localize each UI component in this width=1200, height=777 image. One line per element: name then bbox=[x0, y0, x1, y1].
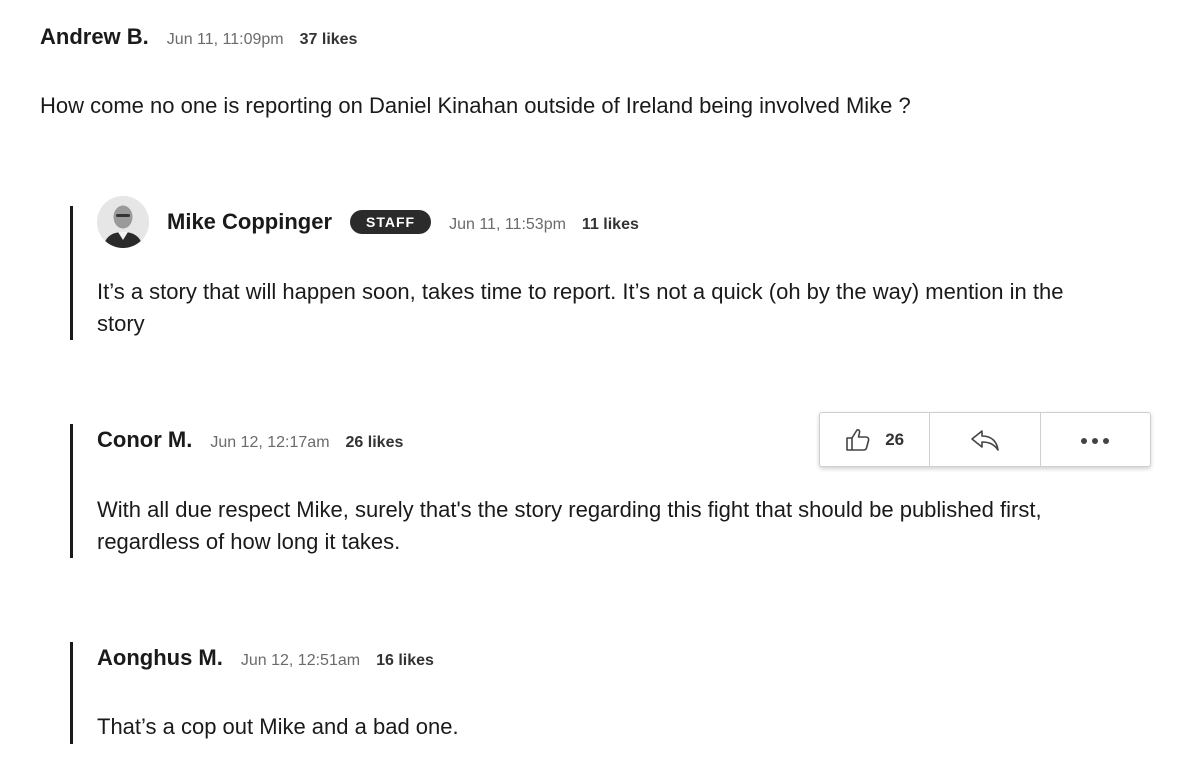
thumbs-up-icon bbox=[846, 428, 870, 451]
reply-thread-line bbox=[70, 424, 73, 558]
comment-body: That’s a cop out Mike and a bad one. bbox=[97, 714, 459, 739]
comment-author[interactable]: Mike Coppinger bbox=[167, 209, 332, 235]
staff-badge: STAFF bbox=[350, 210, 432, 234]
comment-body: With all due respect Mike, surely that's… bbox=[97, 497, 1042, 554]
comment-likes: 16 likes bbox=[376, 652, 434, 669]
more-icon bbox=[1079, 431, 1112, 449]
comment-timestamp: Jun 11, 11:09pm bbox=[166, 31, 284, 48]
comment-timestamp: Jun 12, 12:17am bbox=[210, 434, 330, 451]
comment-timestamp: Jun 12, 12:51am bbox=[240, 652, 361, 669]
comment-header: Andrew B. Jun 11, 11:09pm 37 likes bbox=[40, 24, 357, 50]
comment-likes: 37 likes bbox=[299, 31, 358, 48]
avatar[interactable] bbox=[97, 196, 149, 248]
like-count: 26 bbox=[885, 429, 905, 449]
comment-likes: 11 likes bbox=[581, 216, 639, 233]
comment-header: Conor M. Jun 12, 12:17am 26 likes bbox=[97, 427, 403, 453]
reply-button[interactable] bbox=[930, 413, 1041, 466]
comment-timestamp: Jun 11, 11:53pm bbox=[449, 216, 566, 233]
reply-thread-line bbox=[70, 642, 73, 744]
comment-likes: 26 likes bbox=[345, 434, 404, 451]
comments-thread: Andrew B. Jun 11, 11:09pm 37 likes How c… bbox=[0, 0, 1200, 777]
avatar-image bbox=[97, 196, 149, 248]
comment-body: It’s a story that will happen soon, take… bbox=[97, 279, 1064, 336]
more-options-button[interactable] bbox=[1041, 413, 1150, 466]
comment-author[interactable]: Andrew B. bbox=[40, 24, 149, 50]
comment-body: How come no one is reporting on Daniel K… bbox=[40, 93, 911, 118]
comment-header: Aonghus M. Jun 12, 12:51am 16 likes bbox=[97, 645, 434, 671]
comment-header: Mike Coppinger STAFF Jun 11, 11:53pm 11 … bbox=[167, 209, 639, 236]
comment-action-bar: 26 bbox=[819, 412, 1151, 467]
reply-thread-line bbox=[70, 206, 73, 340]
comment-author[interactable]: Conor M. bbox=[97, 427, 192, 453]
comment-author[interactable]: Aonghus M. bbox=[97, 645, 223, 671]
reply-icon bbox=[971, 429, 999, 451]
like-button[interactable]: 26 bbox=[820, 413, 931, 466]
